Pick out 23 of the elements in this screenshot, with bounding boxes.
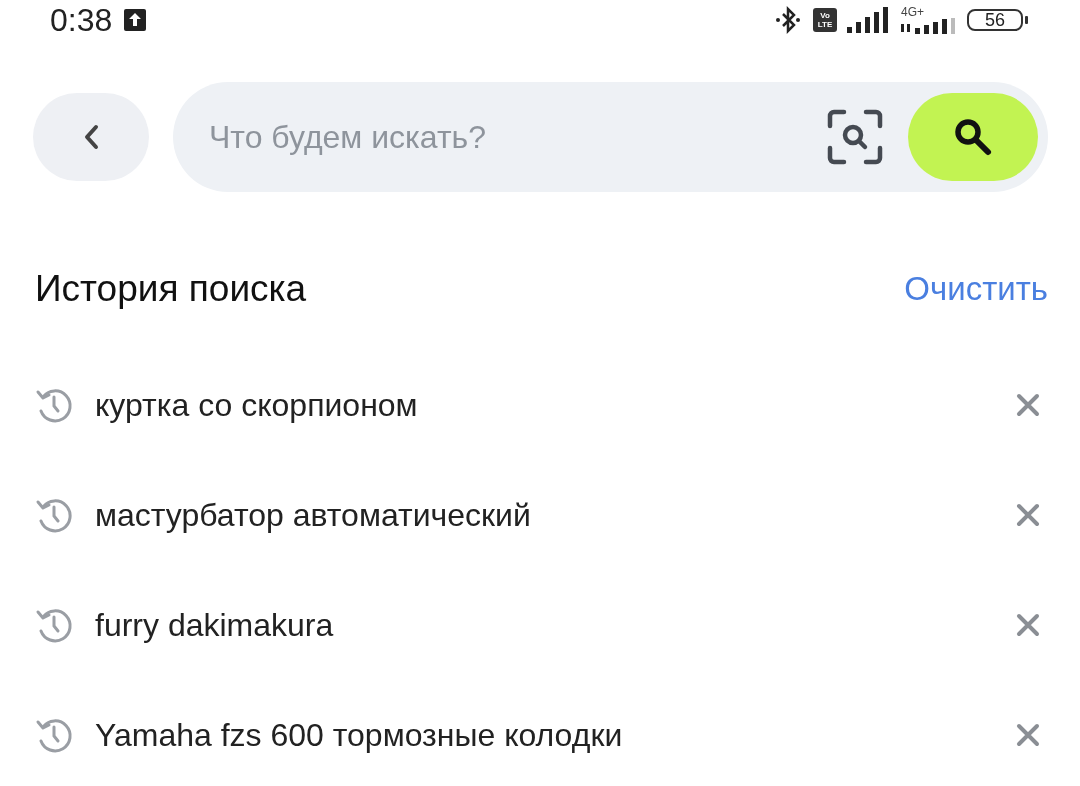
bluetooth-icon xyxy=(773,5,803,35)
close-icon[interactable] xyxy=(1014,721,1042,749)
upload-icon xyxy=(124,9,147,31)
section-title: История поиска xyxy=(35,268,307,310)
chevron-left-icon xyxy=(82,123,100,151)
image-search-icon[interactable] xyxy=(826,108,884,166)
clear-link[interactable]: Очистить xyxy=(904,270,1048,308)
signal-icon xyxy=(901,18,957,34)
history-query[interactable]: Yamaha fzs 600 тормозные колодки xyxy=(95,716,994,754)
search-field[interactable]: Что будем искать? xyxy=(207,117,802,157)
signal-icon xyxy=(847,7,891,33)
close-icon[interactable] xyxy=(1014,611,1042,639)
search-button[interactable] xyxy=(908,93,1038,181)
network-type: 4G+ xyxy=(901,6,924,18)
battery-cap xyxy=(1025,16,1028,24)
history-query[interactable]: furry dakimakura xyxy=(95,606,994,644)
history-query[interactable]: мастурбатор автоматический xyxy=(95,496,994,534)
history-query[interactable]: куртка со скорпионом xyxy=(95,386,994,424)
volte-icon: Vo LTE xyxy=(813,8,837,32)
close-icon[interactable] xyxy=(1014,501,1042,529)
clock: 0:38 xyxy=(50,1,113,39)
close-icon[interactable] xyxy=(1014,391,1042,419)
battery-indicator: 56 xyxy=(967,9,1023,31)
